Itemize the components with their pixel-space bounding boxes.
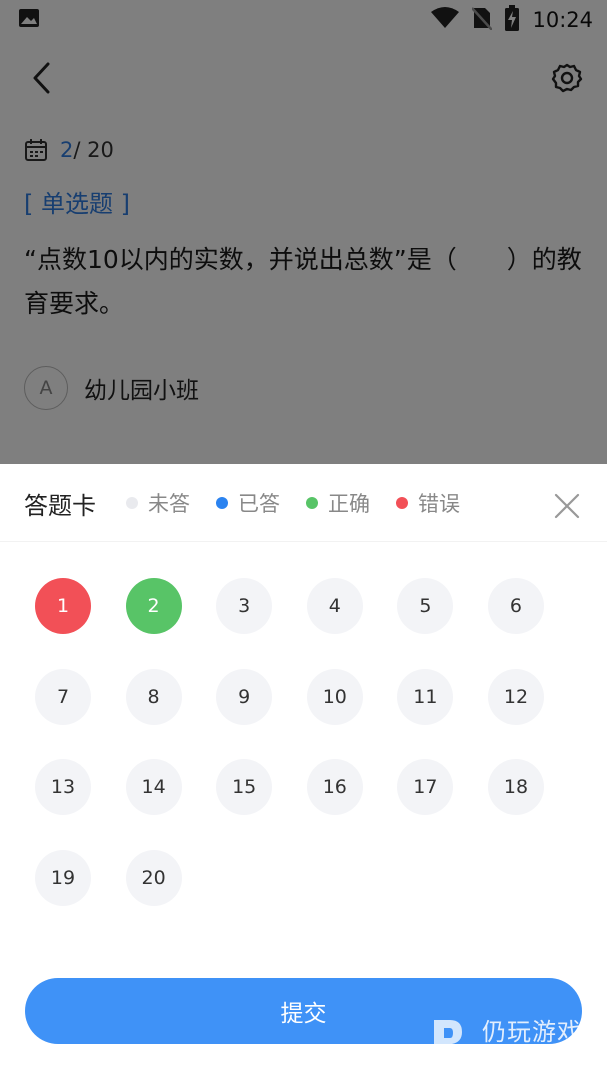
question-number[interactable]: 17 — [397, 759, 454, 816]
legend-label: 错误 — [418, 492, 460, 516]
close-button[interactable] — [551, 490, 583, 522]
answer-card-title: 答题卡 — [24, 492, 96, 520]
watermark-subtext: Rengwan Games — [484, 1046, 577, 1059]
legend-label: 未答 — [148, 492, 190, 516]
question-number[interactable]: 12 — [487, 668, 544, 725]
question-number[interactable]: 1 — [35, 578, 91, 634]
answer-card-header: 答题卡 未答 已答 正确 错误 — [0, 464, 607, 542]
question-number[interactable]: 2 — [125, 578, 182, 634]
question-number[interactable]: 14 — [125, 759, 182, 816]
legend-item-unanswered: 未答 — [126, 488, 190, 518]
question-number[interactable]: 19 — [35, 849, 91, 906]
legend-dot — [306, 497, 318, 509]
question-number[interactable]: 8 — [125, 668, 182, 725]
question-number[interactable]: 6 — [487, 578, 544, 634]
legend-item-wrong: 错误 — [396, 488, 460, 518]
question-number[interactable]: 20 — [125, 849, 182, 906]
watermark-logo: 仍玩游戏 Rengwan Games — [430, 1012, 600, 1068]
rengwan-logo-icon — [434, 1020, 466, 1058]
question-number[interactable]: 10 — [306, 668, 363, 725]
question-number[interactable]: 13 — [35, 759, 91, 816]
question-number[interactable]: 3 — [216, 578, 273, 634]
legend-label: 正确 — [328, 492, 370, 516]
legend-dot — [396, 497, 408, 509]
status-legend: 未答 已答 正确 错误 — [126, 488, 460, 518]
answer-card-sheet: 答题卡 未答 已答 正确 错误 1 2 3 4 5 6 7 8 9 10 11 … — [0, 464, 607, 1080]
watermark-text: 仍玩游戏 — [482, 1018, 582, 1046]
legend-dot — [216, 497, 228, 509]
question-number[interactable]: 5 — [397, 578, 454, 634]
question-number-grid: 1 2 3 4 5 6 7 8 9 10 11 12 13 14 15 16 1… — [35, 578, 544, 906]
legend-item-answered: 已答 — [216, 488, 280, 518]
question-number[interactable]: 9 — [216, 668, 273, 725]
question-number[interactable]: 4 — [306, 578, 363, 634]
legend-label: 已答 — [238, 492, 280, 516]
legend-dot — [126, 497, 138, 509]
close-icon — [554, 493, 580, 519]
question-number[interactable]: 18 — [487, 759, 544, 816]
question-number[interactable]: 7 — [35, 668, 91, 725]
question-number[interactable]: 15 — [216, 759, 273, 816]
legend-item-correct: 正确 — [306, 488, 370, 518]
question-number[interactable]: 16 — [306, 759, 363, 816]
question-number[interactable]: 11 — [397, 668, 454, 725]
